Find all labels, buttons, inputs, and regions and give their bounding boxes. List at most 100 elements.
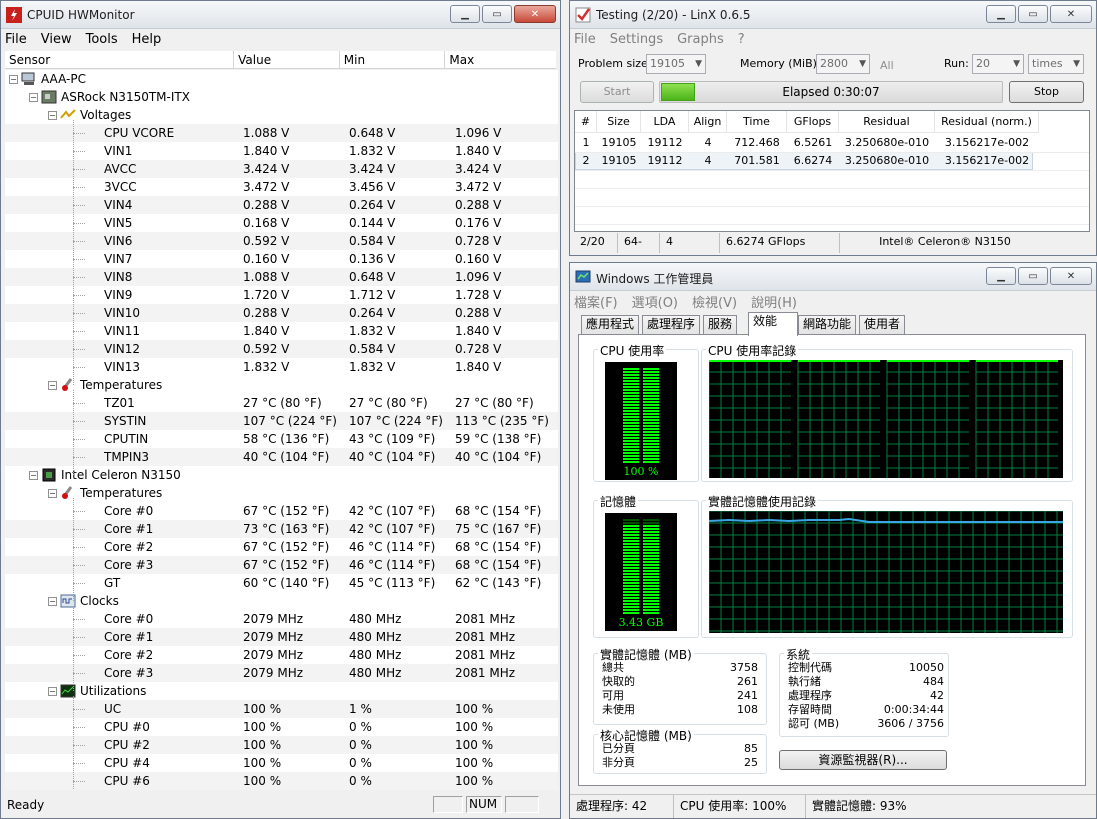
table-cell[interactable]: 701.581	[727, 152, 787, 170]
collapse-icon[interactable]: −	[48, 686, 57, 696]
table-cell[interactable]: 3.156217e-002	[935, 152, 1039, 170]
sensor-row[interactable]: VIN8 1.088 V 0.648 V 1.096 V	[5, 268, 558, 286]
menu-options[interactable]: 選項(O)	[632, 292, 678, 311]
start-button[interactable]: Start	[580, 81, 654, 103]
sensor-row[interactable]: VIN12 0.592 V 0.584 V 0.728 V	[5, 340, 558, 358]
minimize-button[interactable]: ▁	[986, 267, 1016, 285]
tree-node-asrock-n3150tm-itx[interactable]: − ASRock N3150TM-ITX	[5, 88, 558, 106]
tree-node-clocks[interactable]: − Clocks	[5, 592, 558, 610]
column-min[interactable]: Min	[340, 51, 446, 68]
sensor-row[interactable]: VIN5 0.168 V 0.144 V 0.176 V	[5, 214, 558, 232]
collapse-icon[interactable]: −	[29, 470, 38, 480]
tab-services[interactable]: 服務	[703, 315, 738, 334]
maximize-button[interactable]: ▭	[482, 5, 512, 23]
sensor-row[interactable]: CPU #4 100 % 0 % 100 %	[5, 754, 558, 772]
collapse-icon[interactable]: −	[48, 380, 57, 390]
collapse-icon[interactable]: −	[48, 110, 57, 120]
menu-graphs[interactable]: Graphs	[677, 32, 724, 47]
table-cell[interactable]: 19112	[641, 134, 689, 152]
sensor-row[interactable]: CPU #0 100 % 0 % 100 %	[5, 718, 558, 736]
collapse-icon[interactable]: −	[48, 488, 57, 498]
menu-file[interactable]: 檔案(F)	[574, 292, 618, 311]
sensor-row[interactable]: VIN11 1.840 V 1.832 V 1.840 V	[5, 322, 558, 340]
menu-help[interactable]: Help	[132, 32, 162, 47]
resource-monitor-button[interactable]: 資源監視器(R)...	[779, 750, 947, 770]
sensor-row[interactable]: VIN10 0.288 V 0.264 V 0.288 V	[5, 304, 558, 322]
close-button[interactable]: ✕	[1050, 267, 1092, 285]
table-cell[interactable]: 19112	[641, 152, 689, 170]
sensor-tree[interactable]: − AAA-PC − ASRock N3150TM-ITX − Voltages CPU V…	[5, 70, 558, 790]
sensor-row[interactable]: VIN1 1.840 V 1.832 V 1.840 V	[5, 142, 558, 160]
close-button[interactable]: ✕	[514, 5, 556, 23]
sensor-row[interactable]: Core #1 2079 MHz 480 MHz 2081 MHz	[5, 628, 558, 646]
table-cell[interactable]: 3.250680e-010	[839, 152, 935, 170]
sensor-row[interactable]: VIN13 1.832 V 1.832 V 1.840 V	[5, 358, 558, 376]
stop-button[interactable]: Stop	[1009, 81, 1084, 103]
tree-node-voltages[interactable]: − Voltages	[5, 106, 558, 124]
tree-node-temperatures[interactable]: − Temperatures	[5, 376, 558, 394]
column-index[interactable]: #	[575, 111, 597, 133]
sensor-row[interactable]: TMPIN3 40 °C (104 °F) 40 °C (104 °F) 40 °C …	[5, 448, 558, 466]
sensor-row[interactable]: CPUTIN 58 °C (136 °F) 43 °C (109 °F) 59 °C …	[5, 430, 558, 448]
sensor-row[interactable]: VIN7 0.160 V 0.136 V 0.160 V	[5, 250, 558, 268]
table-cell[interactable]: 712.468	[727, 134, 787, 152]
table-cell[interactable]: 19105	[597, 134, 641, 152]
sensor-row[interactable]: GT 60 °C (140 °F) 45 °C (113 °F) 62 °C (143…	[5, 574, 558, 592]
menu-tools[interactable]: Tools	[86, 32, 118, 47]
column-max[interactable]: Max	[445, 51, 556, 68]
sensor-row[interactable]: VIN4 0.288 V 0.264 V 0.288 V	[5, 196, 558, 214]
tree-node-intel-celeron-n3150[interactable]: − Intel Celeron N3150	[5, 466, 558, 484]
collapse-icon[interactable]: −	[29, 92, 38, 102]
problem-size-combo[interactable]: 19105 ▼	[646, 54, 706, 74]
menu-file[interactable]: File	[5, 32, 27, 47]
linx-titlebar[interactable]: Testing (2/20) - LinX 0.6.5 ▁ ▭ ✕	[570, 1, 1096, 29]
sensor-row[interactable]: Core #3 2079 MHz 480 MHz 2081 MHz	[5, 664, 558, 682]
sensor-row[interactable]: UC 100 % 1 % 100 %	[5, 700, 558, 718]
menu-settings[interactable]: Settings	[610, 32, 663, 47]
hwmonitor-titlebar[interactable]: CPUID HWMonitor ▁ ▭ ✕	[1, 1, 560, 29]
tree-node-temperatures[interactable]: − Temperatures	[5, 484, 558, 502]
table-cell[interactable]: 3.156217e-002	[935, 134, 1039, 152]
tab-processes[interactable]: 處理程序	[642, 315, 701, 334]
menu-file[interactable]: File	[574, 32, 596, 47]
tree-node-utilizations[interactable]: − Utilizations	[5, 682, 558, 700]
maximize-button[interactable]: ▭	[1018, 267, 1048, 285]
table-cell[interactable]: 3.250680e-010	[839, 134, 935, 152]
sensor-row[interactable]: Core #2 2079 MHz 480 MHz 2081 MHz	[5, 646, 558, 664]
tab-users[interactable]: 使用者	[859, 315, 906, 334]
memory-combo[interactable]: 2800 ▼	[816, 54, 870, 74]
table-cell[interactable]: 19105	[597, 152, 641, 170]
sensor-row[interactable]: AVCC 3.424 V 3.424 V 3.424 V	[5, 160, 558, 178]
collapse-icon[interactable]: −	[48, 596, 57, 606]
tab-applications[interactable]: 應用程式	[581, 315, 640, 334]
maximize-button[interactable]: ▭	[1018, 5, 1048, 23]
tree-node-aaa-pc[interactable]: − AAA-PC	[5, 70, 558, 88]
column-align[interactable]: Align	[689, 111, 727, 133]
sensor-row[interactable]: SYSTIN 107 °C (224 °F) 107 °C (224 °F) 113 …	[5, 412, 558, 430]
column-gflops[interactable]: GFlops	[787, 111, 839, 133]
column-residual-norm-[interactable]: Residual (norm.)	[935, 111, 1039, 133]
sensor-row[interactable]: CPU VCORE 1.088 V 0.648 V 1.096 V	[5, 124, 558, 142]
table-cell[interactable]: 1	[575, 134, 597, 152]
sensor-row[interactable]: Core #1 73 °C (163 °F) 42 °C (107 °F) 75 °C…	[5, 520, 558, 538]
minimize-button[interactable]: ▁	[450, 5, 480, 23]
menu-view[interactable]: 檢視(V)	[692, 292, 737, 311]
column-residual[interactable]: Residual	[839, 111, 935, 133]
close-button[interactable]: ✕	[1050, 5, 1092, 23]
sensor-row[interactable]: Core #0 2079 MHz 480 MHz 2081 MHz	[5, 610, 558, 628]
table-cell[interactable]: 6.6274	[787, 152, 839, 170]
column-value[interactable]: Value	[234, 51, 340, 68]
sensor-row[interactable]: CPU #2 100 % 0 % 100 %	[5, 736, 558, 754]
all-checkbox-label[interactable]: All	[880, 59, 894, 72]
tab-performance[interactable]: 效能	[748, 312, 798, 336]
table-cell[interactable]: 2	[575, 152, 597, 170]
sensor-row[interactable]: TZ01 27 °C (80 °F) 27 °C (80 °F) 27 °C (80 …	[5, 394, 558, 412]
sensor-row[interactable]: Core #2 67 °C (152 °F) 46 °C (114 °F) 68 °C…	[5, 538, 558, 556]
column-lda[interactable]: LDA	[641, 111, 689, 133]
taskmanager-titlebar[interactable]: Windows 工作管理員 ▁ ▭ ✕	[570, 263, 1096, 291]
sensor-row[interactable]: VIN6 0.592 V 0.584 V 0.728 V	[5, 232, 558, 250]
sensor-row[interactable]: 3VCC 3.472 V 3.456 V 3.472 V	[5, 178, 558, 196]
column-time[interactable]: Time	[727, 111, 787, 133]
run-unit-combo[interactable]: times ▼	[1028, 54, 1084, 74]
tab-networking[interactable]: 網路功能	[798, 315, 857, 334]
